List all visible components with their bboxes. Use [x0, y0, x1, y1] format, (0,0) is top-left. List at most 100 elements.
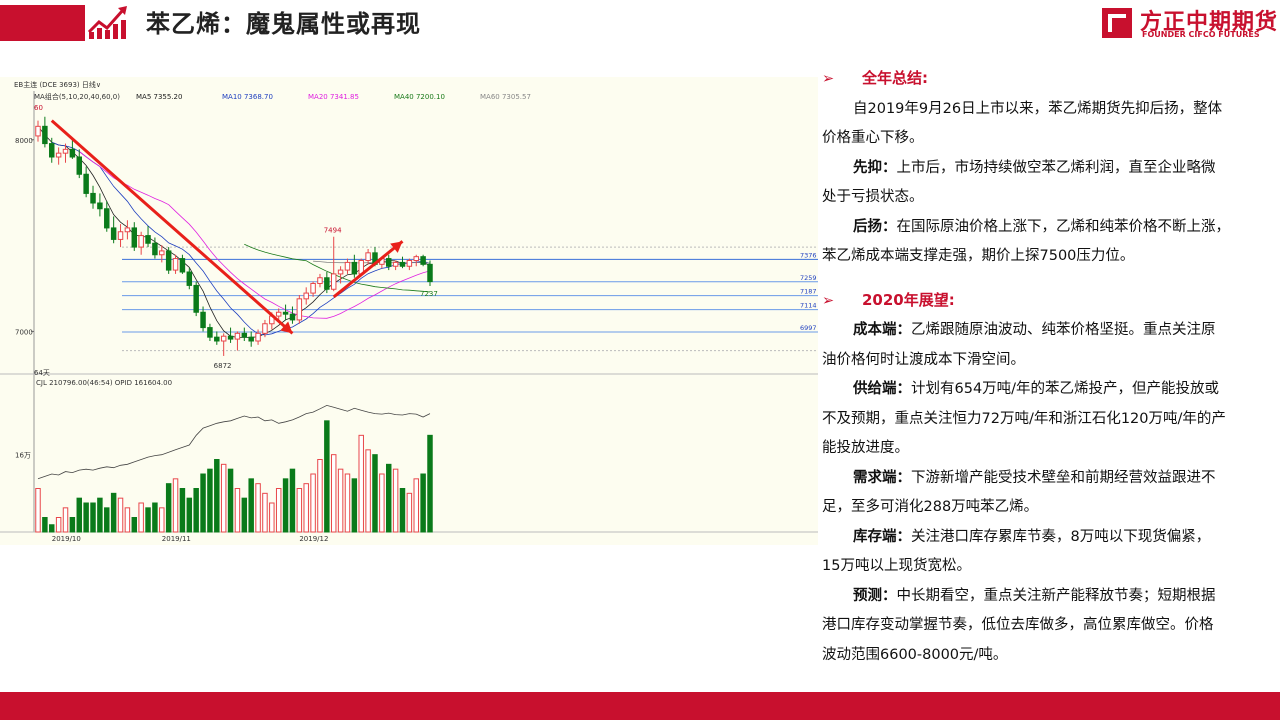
houyang-paragraph: 后扬：在国际原油价格上涨下，乙烯和纯苯价格不断上涨，: [853, 218, 1230, 235]
company-logo: 方正中期期货 FOUNDER CIFCO FUTURES: [1100, 6, 1278, 42]
ma-value-label: MA60 7305.57: [480, 93, 531, 101]
candle-body: [303, 292, 309, 300]
summary-paragraph-cont: 价格重心下移。: [822, 130, 924, 146]
volume-bar: [255, 483, 261, 533]
chart-background: [0, 77, 818, 545]
volume-bar: [282, 478, 289, 533]
y-tick-label: 8000: [15, 137, 33, 145]
candle-body: [420, 256, 426, 265]
volume-bar: [413, 478, 419, 533]
candle-body: [324, 277, 330, 290]
volume-bar: [207, 468, 213, 533]
volume-bar: [145, 507, 151, 533]
candle-body: [406, 260, 413, 267]
volume-bar: [227, 468, 234, 533]
volume-bar: [406, 492, 413, 533]
volume-bar: [296, 488, 303, 533]
volume-bar: [372, 454, 378, 533]
candle-body: [131, 227, 138, 248]
volume-bar: [386, 463, 392, 533]
volume-bar: [90, 502, 96, 533]
ma-value-label: MA40 7200.10: [394, 93, 445, 101]
forecast-paragraph-cont: 港口库存变动掌握节奏，低位去库做多，高位累库做空。价格: [822, 617, 1214, 633]
volume-bar: [179, 488, 186, 533]
candle-body: [427, 263, 433, 283]
price-level-label: 7259: [800, 274, 817, 282]
volume-bar: [214, 459, 220, 533]
section-outlook-heading: ➢ 2020年展望:: [822, 286, 1262, 317]
price-level-label: 7187: [800, 288, 817, 296]
candle-body: [241, 332, 248, 338]
candlestick-chart-svg: EB主连 (DCE 3693) 日线∨ MA组合(5,10,20,40,60,0)…: [0, 77, 818, 545]
forecast-paragraph: 预测：中长期看空，重点关注新产能释放节奏；短期根据: [853, 587, 1216, 604]
candle-body: [330, 273, 337, 290]
volume-bar: [42, 517, 48, 533]
candle-body: [117, 231, 124, 240]
volume-bar: [324, 420, 330, 533]
candle-body: [186, 271, 193, 286]
supply-paragraph: 供给端：计划有654万吨/年的苯乙烯投产，但产能投放或: [853, 381, 1220, 397]
price-chart: EB主连 (DCE 3693) 日线∨ MA组合(5,10,20,40,60,0)…: [0, 77, 818, 545]
candle-body: [207, 327, 213, 338]
candle-body: [138, 235, 144, 248]
summary-paragraph: 自2019年9月26日上市以来，苯乙烯期货先抑后扬，整体: [853, 100, 1223, 117]
volume-label: CJL 210796.00(46:54) OPID 161604.00: [36, 379, 172, 387]
bullet-arrow-icon: ➢: [822, 292, 835, 309]
top-left-label: 60: [34, 104, 43, 112]
volume-bar: [200, 473, 206, 533]
volume-bar: [337, 468, 344, 533]
candle-body: [275, 311, 282, 317]
volume-bar: [97, 497, 103, 533]
volume-bar: [152, 502, 158, 533]
candle-body: [104, 208, 110, 229]
houyang-paragraph-cont: 苯乙烯成本端支撑走强，期价上探7500压力位。: [822, 248, 1135, 264]
bullet-arrow-icon: ➢: [822, 71, 835, 87]
candle-body: [386, 258, 392, 267]
price-level-label: 6997: [800, 324, 817, 332]
candle-body: [179, 258, 186, 273]
stock-paragraph: 库存端：关注港口库存累库节奏，8万吨以下现货偏紧，: [853, 528, 1211, 545]
candle-body: [152, 242, 158, 256]
candle-body: [193, 284, 199, 313]
candle-body: [392, 261, 399, 267]
volume-bar: [262, 492, 268, 533]
candle-body: [344, 261, 351, 271]
candle-body: [200, 311, 206, 329]
candle-body: [282, 311, 289, 315]
candle-body: [317, 277, 323, 284]
ma-combo-label: MA组合(5,10,20,40,60,0): [34, 92, 120, 101]
candle-body: [55, 152, 62, 158]
high-annotation: 7494: [324, 227, 342, 235]
rising-chart-icon: [85, 6, 133, 40]
volume-bar: [358, 434, 364, 533]
header-accent-bar: [0, 5, 85, 41]
candle-body: [69, 148, 76, 158]
volume-bar: [420, 473, 426, 533]
volume-bar: [69, 517, 76, 533]
last-annotation: 7237: [420, 290, 438, 298]
candle-body: [337, 269, 344, 275]
candle-body: [214, 336, 220, 342]
instrument-label: EB主连 (DCE 3693) 日线∨: [14, 80, 101, 89]
cost-paragraph: 成本端：乙烯跟随原油波动、纯苯价格坚挺。重点关注原: [853, 322, 1216, 338]
candle-body: [289, 313, 296, 321]
candle-body: [90, 192, 96, 204]
ma-value-label: MA10 7368.70: [222, 93, 273, 101]
candle-body: [399, 261, 406, 267]
volume-bar: [317, 459, 323, 533]
candle-body: [262, 323, 268, 334]
candle-body: [248, 336, 254, 342]
section-summary-heading: ➢ 全年总结:: [822, 64, 1262, 95]
volume-bar: [234, 488, 241, 533]
page-title: 苯乙烯：魔鬼属性或再现: [146, 10, 421, 38]
volume-bar: [62, 507, 69, 533]
candle-body: [227, 335, 234, 340]
y-tick-label: 7000: [15, 328, 33, 336]
volume-bar: [269, 502, 275, 533]
volume-bar: [131, 517, 138, 533]
volume-bar: [220, 463, 227, 533]
volume-bar: [275, 488, 282, 533]
xianyi-paragraph-cont: 处于亏损状态。: [822, 189, 924, 205]
logo-english-name: FOUNDER CIFCO FUTURES: [1142, 30, 1260, 39]
candle-body: [255, 332, 261, 342]
